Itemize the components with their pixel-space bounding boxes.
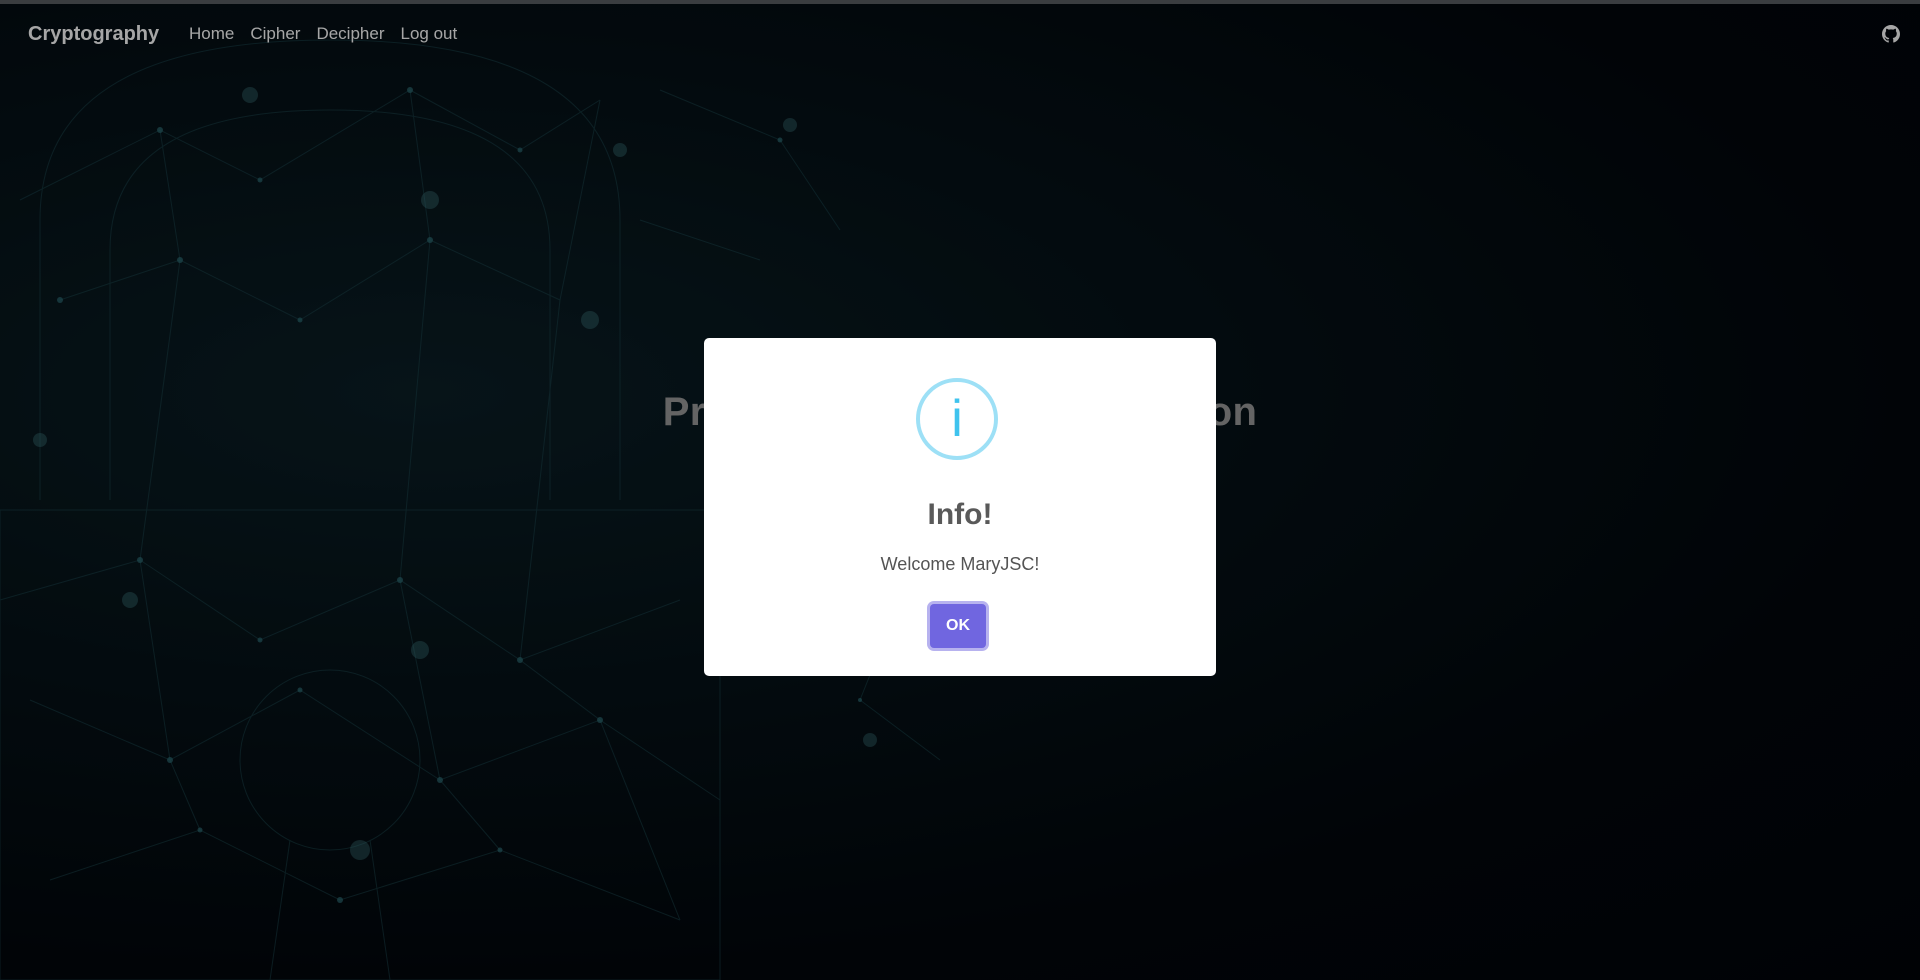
info-icon: i [916,378,998,460]
info-icon-glyph: i [951,390,963,448]
info-dialog: i Info! Welcome MaryJSC! OK [704,338,1216,676]
dialog-message: Welcome MaryJSC! [880,554,1040,574]
dialog-title: Info! [927,498,993,531]
ok-button[interactable]: OK [930,604,986,648]
page-background: Cryptography Home Cipher Decipher Log ou… [0,0,1920,980]
